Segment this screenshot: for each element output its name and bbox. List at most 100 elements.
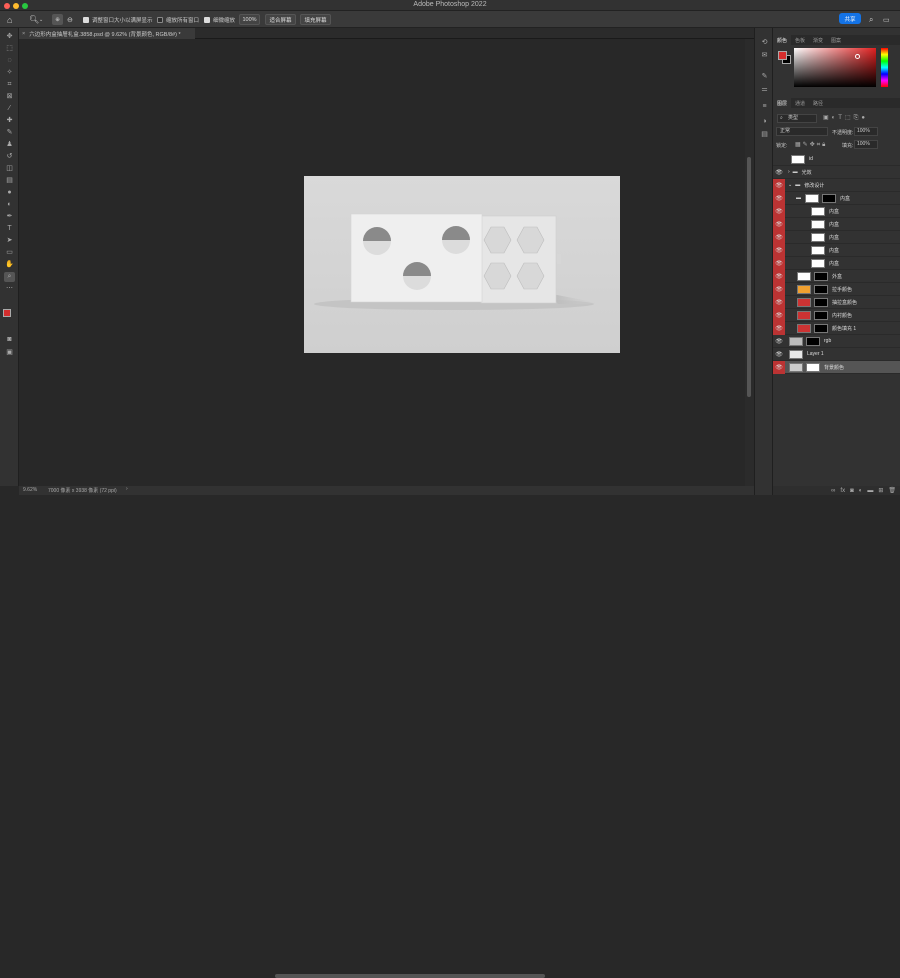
zoom-tool-icon[interactable]: 🔍︎ bbox=[29, 14, 39, 25]
stamp-tool-icon[interactable]: ♟ bbox=[4, 140, 15, 150]
chevron-down-icon[interactable]: ⌄ bbox=[39, 14, 43, 25]
visibility-icon[interactable]: 👁︎ bbox=[775, 312, 783, 319]
brush-settings-icon[interactable]: ✎ bbox=[760, 72, 769, 81]
hand-tool-icon[interactable]: ✋ bbox=[4, 260, 15, 270]
horizontal-scrollbar[interactable] bbox=[275, 974, 545, 978]
document-canvas[interactable] bbox=[304, 176, 620, 353]
layer-row[interactable]: 👁︎ Layer 1 bbox=[773, 348, 900, 361]
history-icon[interactable]: ⟲ bbox=[760, 38, 769, 47]
history-brush-icon[interactable]: ↺ bbox=[4, 152, 15, 162]
new-layer-icon[interactable]: ⊞ bbox=[878, 487, 883, 494]
tab-patterns[interactable]: 图案 bbox=[827, 35, 845, 45]
layer-row[interactable]: 👁︎ ▬ 内盒 bbox=[773, 192, 900, 205]
quick-mask-icon[interactable]: ◙ bbox=[4, 335, 15, 345]
crop-tool-icon[interactable]: ⌗ bbox=[4, 80, 15, 90]
type-tool-icon[interactable]: T bbox=[4, 224, 15, 234]
workspace-icon[interactable]: ▭ bbox=[883, 14, 890, 25]
marquee-tool-icon[interactable]: ⬚ bbox=[4, 44, 15, 54]
layer-row[interactable]: 👁︎ 内盒 bbox=[773, 218, 900, 231]
frame-tool-icon[interactable]: ⊠ bbox=[4, 92, 15, 102]
visibility-icon[interactable]: 👁︎ bbox=[775, 299, 783, 306]
screen-mode-icon[interactable]: ▣ bbox=[4, 348, 15, 358]
zoom-readout[interactable]: 9.62% bbox=[23, 487, 37, 493]
link-layers-icon[interactable]: ∞ bbox=[831, 488, 835, 494]
layer-row[interactable]: 👁︎ 内盒 bbox=[773, 205, 900, 218]
pen-tool-icon[interactable]: ✒ bbox=[4, 212, 15, 222]
checkbox-icon[interactable] bbox=[83, 16, 89, 23]
visibility-icon[interactable]: 👁︎ bbox=[775, 182, 783, 189]
scrollbar-thumb[interactable] bbox=[747, 157, 751, 397]
layer-row[interactable]: 👁︎ › ▬ 光效 bbox=[773, 166, 900, 179]
layer-row[interactable]: 👁︎ 拉手颜色 bbox=[773, 283, 900, 296]
visibility-icon[interactable]: 👁︎ bbox=[775, 351, 783, 358]
checkbox-icon[interactable] bbox=[204, 16, 210, 23]
visibility-icon[interactable]: 👁︎ bbox=[775, 273, 783, 280]
healing-brush-icon[interactable]: ✚ bbox=[4, 116, 15, 126]
layer-row[interactable]: 👁︎ rgb bbox=[773, 335, 900, 348]
dodge-tool-icon[interactable]: ◐ bbox=[4, 200, 15, 210]
opacity-input[interactable]: 100% bbox=[854, 127, 878, 136]
foreground-swatch[interactable] bbox=[778, 51, 787, 60]
fx-icon[interactable]: fx bbox=[840, 488, 845, 494]
zoom-in-icon[interactable]: ⊕ bbox=[52, 14, 63, 25]
adjustment-layer-icon[interactable]: ◐ bbox=[859, 488, 863, 494]
visibility-icon[interactable]: 👁︎ bbox=[775, 286, 783, 293]
fit-screen-button[interactable]: 适合屏幕 bbox=[265, 14, 296, 25]
tab-gradients[interactable]: 渐变 bbox=[809, 35, 827, 45]
color-picker-field[interactable] bbox=[794, 48, 876, 87]
tab-paths[interactable]: 路径 bbox=[809, 98, 827, 108]
tab-color[interactable]: 颜色 bbox=[773, 35, 792, 45]
eyedropper-icon[interactable]: ⁄ bbox=[4, 104, 15, 114]
rectangle-tool-icon[interactable]: ▭ bbox=[4, 248, 15, 258]
zoom-out-icon[interactable]: ⊖ bbox=[67, 14, 73, 25]
layer-row[interactable]: 👁︎ 内盒 bbox=[773, 231, 900, 244]
visibility-icon[interactable]: 👁︎ bbox=[775, 247, 783, 254]
layer-row[interactable]: 👁︎ 内盒 bbox=[773, 244, 900, 257]
lasso-tool-icon[interactable]: ◌ bbox=[4, 56, 15, 66]
resize-windows-checkbox[interactable]: 调整窗口大小以满屏显示 bbox=[83, 14, 153, 25]
chevron-down-icon[interactable]: ⌄ bbox=[788, 182, 792, 188]
layer-row[interactable]: id bbox=[773, 153, 900, 166]
zoom-tool-icon[interactable]: ⌕ bbox=[4, 272, 15, 282]
visibility-icon[interactable]: 👁︎ bbox=[775, 338, 783, 345]
blend-mode-select[interactable]: 正常 bbox=[776, 127, 828, 136]
visibility-icon[interactable]: 👁︎ bbox=[775, 195, 783, 202]
blur-tool-icon[interactable]: ● bbox=[4, 188, 15, 198]
trash-icon[interactable]: 🗑︎ bbox=[888, 487, 896, 494]
fill-input[interactable]: 100% bbox=[854, 140, 878, 149]
magic-wand-icon[interactable]: ✧ bbox=[4, 68, 15, 78]
brush-tool-icon[interactable]: ✎ bbox=[4, 128, 15, 138]
layer-row-selected[interactable]: 👁︎ 背景颜色 bbox=[773, 361, 900, 374]
comments-icon[interactable]: ✉ bbox=[760, 51, 769, 60]
fill-screen-button[interactable]: 填充屏幕 bbox=[300, 14, 331, 25]
tab-layers[interactable]: 图层 bbox=[773, 98, 792, 108]
layer-filter-select[interactable]: ⌕ 类型 bbox=[777, 114, 817, 123]
home-icon[interactable]: ⌂ bbox=[7, 14, 12, 25]
color-picker-cursor[interactable] bbox=[855, 54, 860, 59]
layer-row[interactable]: 👁︎ 内衬颜色 bbox=[773, 309, 900, 322]
layer-row[interactable]: 👁︎ 外盒 bbox=[773, 270, 900, 283]
search-icon[interactable]: ⌕ bbox=[869, 14, 873, 25]
hue-slider[interactable] bbox=[881, 48, 888, 87]
lock-icons[interactable]: ▦✎✥⌗🔒︎ bbox=[795, 141, 827, 149]
chevron-right-icon[interactable]: › bbox=[126, 486, 128, 492]
zoom-all-windows-checkbox[interactable]: 缩放所有窗口 bbox=[157, 14, 199, 25]
document-size-readout[interactable]: 7000 像素 x 3938 像素 (72 ppi) bbox=[48, 487, 117, 494]
properties-icon[interactable]: ≡ bbox=[760, 102, 769, 111]
visibility-icon[interactable]: 👁︎ bbox=[775, 169, 783, 176]
zoom-100-button[interactable]: 100% bbox=[239, 14, 260, 25]
visibility-icon[interactable]: 👁︎ bbox=[775, 364, 783, 371]
visibility-icon[interactable]: 👁︎ bbox=[775, 325, 783, 332]
filter-icons[interactable]: ▣◐T⬚⎘● bbox=[823, 114, 868, 122]
layer-row[interactable]: 👁︎ 内盒 bbox=[773, 257, 900, 270]
share-button[interactable]: 共享 bbox=[839, 13, 861, 24]
visibility-icon[interactable]: 👁︎ bbox=[775, 208, 783, 215]
more-tools-icon[interactable]: ⋯ bbox=[4, 284, 15, 294]
new-group-icon[interactable]: ▬ bbox=[867, 488, 873, 494]
layer-row[interactable]: 👁︎ ⌄ ▬ 修改设计 bbox=[773, 179, 900, 192]
layer-row[interactable]: 👁︎ 抽拉盒颜色 bbox=[773, 296, 900, 309]
visibility-icon[interactable]: 👁︎ bbox=[775, 234, 783, 241]
layer-row[interactable]: 👁︎ 颜色填充 1 bbox=[773, 322, 900, 335]
foreground-color-swatch[interactable] bbox=[3, 309, 11, 317]
visibility-icon[interactable]: 👁︎ bbox=[775, 221, 783, 228]
